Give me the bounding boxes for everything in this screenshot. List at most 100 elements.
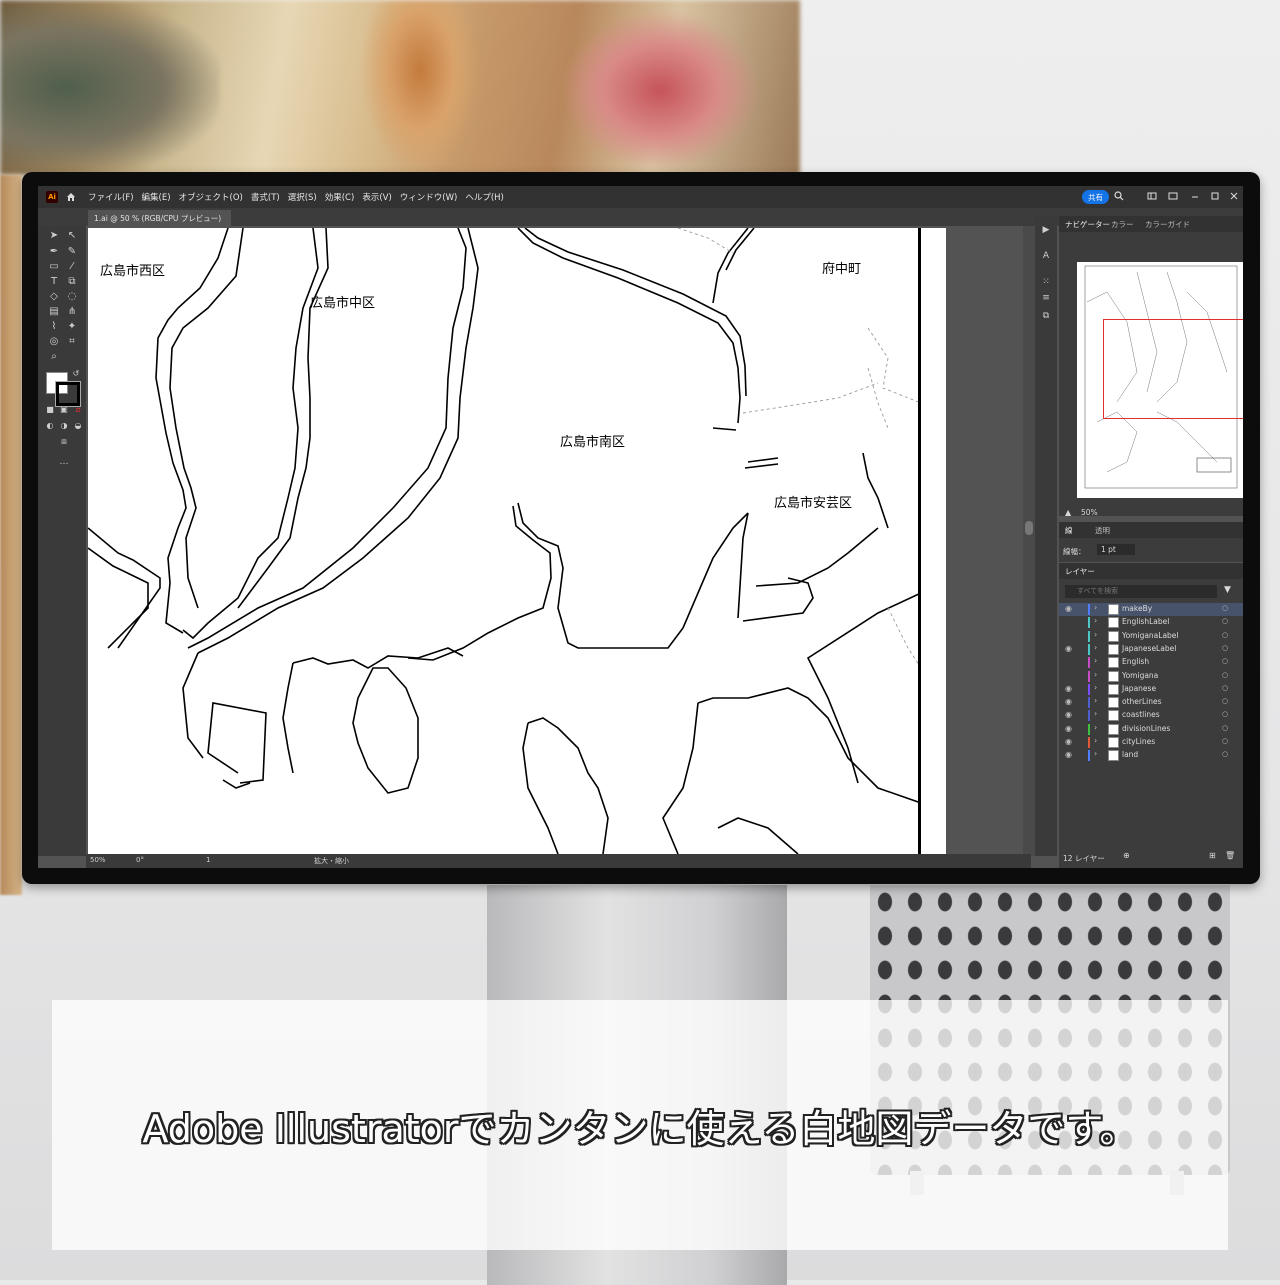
chevron-right-icon[interactable]: › (1094, 696, 1097, 705)
new-layer-icon[interactable]: ⊞ (1209, 851, 1216, 860)
layer-row[interactable]: ◉ › JapaneseLabel ○ (1059, 643, 1243, 656)
close-icon[interactable] (1229, 191, 1239, 201)
direct-selection-tool-icon[interactable]: ↖ (66, 230, 78, 242)
type-tool-icon[interactable]: T (48, 276, 60, 288)
navigator-zoom[interactable]: 50% (1081, 508, 1098, 517)
delete-layer-icon[interactable]: 🗑 (1225, 851, 1235, 860)
rectangle-tool-icon[interactable]: ▭ (48, 261, 60, 273)
layer-target-icon[interactable]: ○ (1222, 684, 1228, 692)
stroke-weight-input[interactable]: 1 pt (1097, 544, 1135, 555)
layer-row[interactable]: ◉ › coastlines ○ (1059, 709, 1243, 722)
eyedropper-tool-icon[interactable]: ⌇ (48, 321, 60, 333)
tab-stroke[interactable]: 線 (1065, 525, 1073, 536)
maximize-icon[interactable] (1210, 191, 1220, 201)
new-sublayer-icon[interactable]: ⊕ (1123, 851, 1130, 860)
visibility-eye-icon[interactable]: ◉ (1065, 737, 1072, 746)
draw-mode-icon[interactable]: ◐ (44, 420, 56, 432)
layer-target-icon[interactable]: ○ (1222, 617, 1228, 625)
tab-layers[interactable]: レイヤー (1065, 566, 1095, 577)
visibility-eye-icon[interactable]: ◉ (1065, 724, 1072, 733)
symbol-sprayer-tool-icon[interactable]: ✦ (66, 321, 78, 333)
layer-target-icon[interactable]: ○ (1222, 671, 1228, 679)
navigator-zoom-out-icon[interactable]: ▲ (1065, 508, 1071, 517)
search-icon[interactable] (1114, 191, 1124, 201)
document-tab[interactable]: 1.ai @ 50 % (RGB/CPU プレビュー) (88, 210, 232, 226)
scale-tool-icon[interactable]: ⧉ (66, 276, 78, 288)
layer-row[interactable]: ◉ › divisionLines ○ (1059, 723, 1243, 736)
layer-row[interactable]: › YomiganaLabel ○ (1059, 630, 1243, 643)
swap-colors-icon[interactable]: ↺ (70, 368, 82, 380)
chevron-right-icon[interactable]: › (1094, 683, 1097, 692)
chevron-right-icon[interactable]: › (1094, 749, 1097, 758)
layer-target-icon[interactable]: ○ (1222, 724, 1228, 732)
paintbrush-tool-icon[interactable]: ⁄ (66, 261, 78, 273)
character-icon[interactable]: A (1040, 250, 1052, 262)
curvature-tool-icon[interactable]: ✎ (66, 246, 78, 258)
layer-row[interactable]: ◉ › land ○ (1059, 749, 1243, 762)
vertical-scroll-thumb[interactable] (1025, 521, 1033, 535)
more-tools-icon[interactable]: … (58, 456, 70, 468)
layer-target-icon[interactable]: ○ (1222, 657, 1228, 665)
artboard-number[interactable]: 1 (206, 856, 210, 864)
blend-tool-icon[interactable]: ⋔ (66, 306, 78, 318)
play-icon[interactable]: ▶ (1040, 224, 1052, 236)
align-icon[interactable]: ≡ (1040, 292, 1052, 304)
status-mode[interactable]: 拡大・縮小 (314, 856, 349, 866)
transform-icon[interactable]: ⁙ (1040, 276, 1052, 288)
home-icon[interactable] (66, 192, 76, 202)
gradient-tool-icon[interactable]: ▤ (48, 306, 60, 318)
menu-effect[interactable]: 効果(C) (325, 191, 355, 203)
artboard-canvas[interactable]: 広島市西区 広島市中区 広島市南区 府中町 広島市安芸区 (88, 228, 921, 854)
draw-inside-icon[interactable]: ◒ (72, 420, 84, 432)
layer-target-icon[interactable]: ○ (1222, 631, 1228, 639)
menu-type[interactable]: 書式(T) (251, 191, 280, 203)
tab-color[interactable]: カラー (1111, 219, 1134, 230)
tab-color-guide[interactable]: カラーガイド (1145, 219, 1190, 230)
layer-target-icon[interactable]: ○ (1222, 750, 1228, 758)
menu-help[interactable]: ヘルプ(H) (465, 191, 504, 203)
none-mode-icon[interactable]: ⧄ (72, 404, 84, 416)
layer-row[interactable]: › Yomigana ○ (1059, 670, 1243, 683)
visibility-eye-icon[interactable]: ◉ (1065, 697, 1072, 706)
layer-target-icon[interactable]: ○ (1222, 697, 1228, 705)
visibility-eye-icon[interactable]: ◉ (1065, 684, 1072, 693)
chevron-right-icon[interactable]: › (1094, 736, 1097, 745)
menu-file[interactable]: ファイル(F) (88, 191, 134, 203)
menu-edit[interactable]: 編集(E) (142, 191, 171, 203)
chevron-right-icon[interactable]: › (1094, 656, 1097, 665)
layers-search-input[interactable]: すべてを検索 (1065, 585, 1217, 598)
layer-target-icon[interactable]: ○ (1222, 710, 1228, 718)
menu-view[interactable]: 表示(V) (362, 191, 391, 203)
zoom-tool-icon[interactable]: ⌕ (48, 351, 60, 363)
chevron-right-icon[interactable]: › (1094, 603, 1097, 612)
layer-row[interactable]: › EnglishLabel ○ (1059, 616, 1243, 629)
chevron-right-icon[interactable]: › (1094, 630, 1097, 639)
layer-row[interactable]: ◉ › makeBy ○ (1059, 603, 1243, 616)
artboard-tool-icon[interactable]: ⌗ (66, 336, 78, 348)
chevron-right-icon[interactable]: › (1094, 616, 1097, 625)
chevron-right-icon[interactable]: › (1094, 670, 1097, 679)
layer-row[interactable]: › English ○ (1059, 656, 1243, 669)
stroke-swatch[interactable] (55, 381, 81, 407)
gradient-mode-icon[interactable]: ▣ (58, 404, 70, 416)
visibility-eye-icon[interactable]: ◉ (1065, 750, 1072, 759)
tab-navigator[interactable]: ナビゲーター (1065, 219, 1110, 230)
chevron-right-icon[interactable]: › (1094, 709, 1097, 718)
chevron-right-icon[interactable]: › (1094, 643, 1097, 652)
filter-icon[interactable]: ▼ (1224, 585, 1231, 595)
minimize-icon[interactable] (1190, 191, 1200, 201)
vertical-scrollbar[interactable] (1023, 226, 1035, 856)
layer-target-icon[interactable]: ○ (1222, 644, 1228, 652)
chevron-right-icon[interactable]: › (1094, 723, 1097, 732)
screen-mode-icon[interactable]: ⧈ (58, 436, 70, 448)
eraser-tool-icon[interactable]: ◇ (48, 291, 60, 303)
share-button[interactable]: 共有 (1082, 190, 1109, 204)
menu-select[interactable]: 選択(S) (288, 191, 317, 203)
visibility-eye-icon[interactable]: ◉ (1065, 710, 1072, 719)
layer-row[interactable]: ◉ › otherLines ○ (1059, 696, 1243, 709)
pen-tool-icon[interactable]: ✒ (48, 246, 60, 258)
layer-row[interactable]: ◉ › Japanese ○ (1059, 683, 1243, 696)
arrange-icon[interactable] (1168, 191, 1178, 201)
visibility-eye-icon[interactable]: ◉ (1065, 604, 1072, 613)
layer-target-icon[interactable]: ○ (1222, 737, 1228, 745)
